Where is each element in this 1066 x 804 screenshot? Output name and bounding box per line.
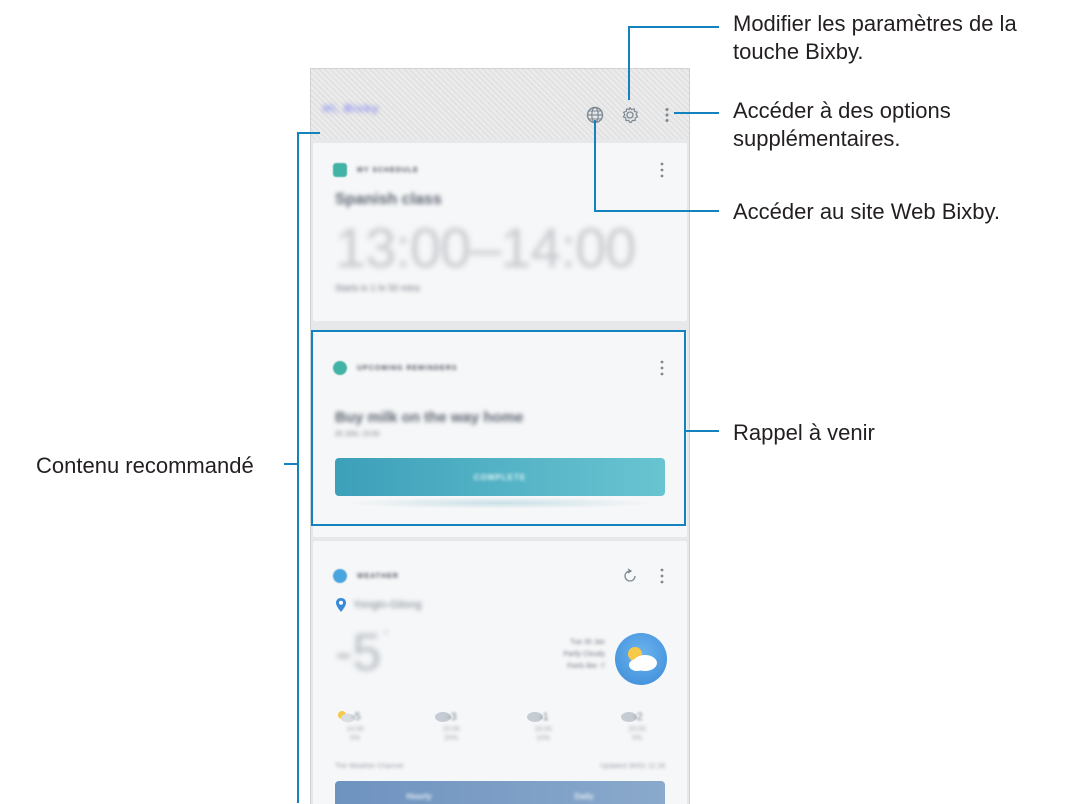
weather-summary: Tue 30 Jan Partly Cloudy Feels like -7 (563, 639, 605, 670)
forecast-toggle[interactable]: Hourly Daily (335, 781, 665, 804)
forecast-item: -3 15:00 20% (442, 711, 460, 742)
forecast-item: -1 16:00 10% (534, 711, 552, 742)
event-note: Starts in 1 hr 50 mins (335, 283, 421, 293)
more-vertical-icon[interactable] (657, 105, 677, 125)
location-pin-icon (336, 598, 346, 612)
event-title: Spanish class (335, 191, 442, 208)
event-time: 13:00–14:00 (335, 216, 636, 279)
current-temp: -5 (335, 624, 382, 682)
callout-reminder: Rappel à venir (733, 420, 875, 445)
forecast-item: -5 14:00 0% (346, 711, 364, 742)
card-label: MY SCHEDULE (357, 166, 419, 174)
gear-icon[interactable] (620, 105, 640, 125)
more-vertical-icon[interactable] (659, 161, 665, 179)
hourly-button[interactable]: Hourly (406, 792, 431, 801)
bixby-header: Hi, Bixby (311, 69, 689, 139)
bixby-brand: Hi, Bixby (323, 103, 380, 115)
forecast-item: -2 20:00 0% (628, 711, 646, 742)
more-vertical-icon[interactable] (659, 567, 665, 585)
refresh-icon[interactable] (621, 567, 639, 585)
globe-icon[interactable] (585, 105, 605, 125)
callout-settings: Modifier les paramètres de la touche Bix… (733, 11, 1017, 64)
weather-source[interactable]: The Weather Channel (335, 763, 403, 770)
location-name: Yongin-Gilong (353, 599, 422, 611)
callout-website: Accéder au site Web Bixby. (733, 199, 1000, 224)
callout-recommended: Contenu recommandé (36, 453, 254, 478)
calendar-icon (333, 163, 347, 177)
degree-symbol: ° (383, 627, 389, 643)
daily-button[interactable]: Daily (574, 792, 593, 801)
schedule-card[interactable]: MY SCHEDULE Spanish class 13:00–14:00 St… (313, 143, 687, 321)
reminder-highlight-box (311, 330, 686, 526)
weather-updated: Updated 30/01 11:18 (600, 763, 665, 770)
weather-card[interactable]: WEATHER Yongin-Gilong -5 ° Tue 30 Jan Pa… (313, 541, 687, 804)
partly-cloudy-icon (615, 633, 667, 685)
callout-more-options: Accéder à des options supplémentaires. (733, 98, 951, 151)
card-label: WEATHER (357, 572, 399, 580)
weather-badge-icon (333, 569, 347, 583)
